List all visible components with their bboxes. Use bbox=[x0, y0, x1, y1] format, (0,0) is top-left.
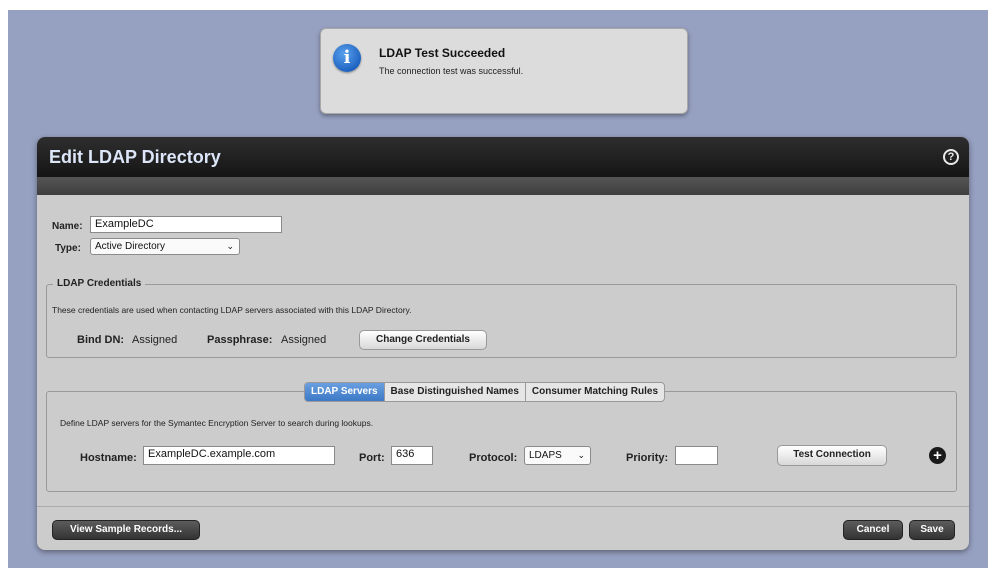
header-subbar bbox=[37, 177, 969, 195]
protocol-select-value: LDAPS bbox=[529, 450, 562, 461]
tab-base-distinguished-names[interactable]: Base Distinguished Names bbox=[383, 383, 525, 401]
notification-message: The connection test was successful. bbox=[379, 66, 524, 76]
hostname-input[interactable]: ExampleDC.example.com bbox=[143, 446, 335, 465]
bind-dn-value: Assigned bbox=[132, 334, 178, 346]
port-input[interactable]: 636 bbox=[391, 446, 433, 465]
edit-ldap-dialog: Edit LDAP Directory ? Name: ExampleDC Ty… bbox=[37, 137, 969, 550]
priority-input[interactable] bbox=[675, 446, 718, 465]
passphrase-label: Passphrase: bbox=[207, 334, 273, 346]
info-icon: i bbox=[333, 44, 361, 72]
view-sample-records-button[interactable]: View Sample Records... bbox=[52, 520, 200, 540]
protocol-select[interactable]: LDAPS ⌄ bbox=[524, 446, 591, 465]
type-select-value: Active Directory bbox=[95, 241, 166, 252]
name-label: Name: bbox=[52, 221, 83, 232]
bind-dn-label: Bind DN: bbox=[77, 334, 125, 346]
priority-label: Priority: bbox=[626, 452, 669, 464]
success-notification: i LDAP Test Succeeded The connection tes… bbox=[320, 28, 688, 114]
chevron-down-icon: ⌄ bbox=[226, 241, 234, 251]
name-input[interactable]: ExampleDC bbox=[90, 216, 282, 233]
servers-group bbox=[46, 391, 957, 492]
port-label: Port: bbox=[359, 452, 385, 464]
type-label: Type: bbox=[55, 243, 81, 254]
type-select[interactable]: Active Directory ⌄ bbox=[90, 238, 240, 255]
protocol-label: Protocol: bbox=[469, 452, 518, 464]
tab-ldap-servers[interactable]: LDAP Servers bbox=[305, 383, 384, 401]
hostname-label: Hostname: bbox=[80, 452, 137, 464]
footer-divider bbox=[37, 506, 969, 507]
credentials-legend: LDAP Credentials bbox=[53, 278, 146, 289]
help-icon[interactable]: ? bbox=[943, 149, 959, 165]
cancel-button[interactable]: Cancel bbox=[843, 520, 903, 540]
save-button[interactable]: Save bbox=[909, 520, 955, 540]
dialog-header: Edit LDAP Directory ? bbox=[37, 137, 969, 177]
servers-description: Define LDAP servers for the Symantec Enc… bbox=[60, 418, 374, 428]
notification-title: LDAP Test Succeeded bbox=[379, 46, 506, 60]
passphrase-value: Assigned bbox=[281, 334, 327, 346]
ldap-tabs: LDAP Servers Base Distinguished Names Co… bbox=[304, 382, 666, 402]
chevron-down-icon: ⌄ bbox=[577, 450, 585, 460]
dialog-title: Edit LDAP Directory bbox=[49, 147, 221, 167]
credentials-description: These credentials are used when contacti… bbox=[52, 305, 412, 315]
change-credentials-button[interactable]: Change Credentials bbox=[359, 330, 487, 350]
test-connection-button[interactable]: Test Connection bbox=[777, 445, 887, 466]
tab-consumer-matching-rules[interactable]: Consumer Matching Rules bbox=[524, 383, 664, 401]
plus-icon[interactable]: + bbox=[929, 447, 946, 464]
credentials-group bbox=[46, 284, 957, 358]
